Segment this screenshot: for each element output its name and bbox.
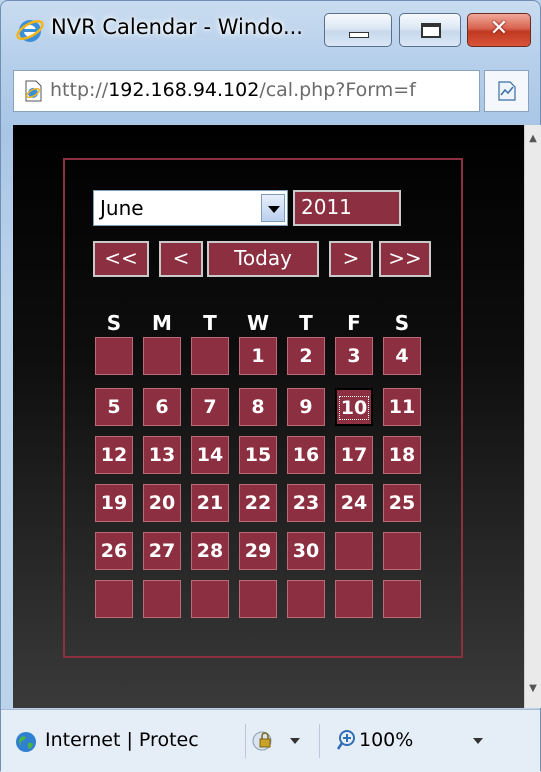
day-cell[interactable] xyxy=(287,580,325,618)
day-cell[interactable]: 6 xyxy=(143,388,181,426)
prev-year-button[interactable]: << xyxy=(93,241,149,277)
day-cell[interactable]: 7 xyxy=(191,388,229,426)
weekday-header: F xyxy=(347,311,361,335)
chevron-down-icon[interactable] xyxy=(473,738,483,744)
weekday-header: S xyxy=(106,311,122,335)
minimize-button[interactable] xyxy=(324,13,392,47)
weekday-header: T xyxy=(203,311,217,335)
day-cell[interactable] xyxy=(335,532,373,570)
globe-icon xyxy=(16,732,36,752)
day-cell[interactable]: 14 xyxy=(191,436,229,474)
day-cell[interactable]: 8 xyxy=(239,388,277,426)
today-button[interactable]: Today xyxy=(207,241,319,277)
security-zone-text[interactable]: Internet | Protec xyxy=(45,729,245,751)
day-cell[interactable]: 16 xyxy=(287,436,325,474)
month-select[interactable]: June xyxy=(93,190,288,226)
maximize-icon xyxy=(421,23,441,38)
compatibility-view-button[interactable] xyxy=(484,70,529,112)
day-cell[interactable] xyxy=(239,580,277,618)
day-cell[interactable]: 3 xyxy=(335,337,373,375)
day-cell-selected[interactable]: 10 xyxy=(335,388,373,426)
selected-day-label: 10 xyxy=(338,396,370,420)
day-cell[interactable]: 2 xyxy=(287,337,325,375)
day-cell[interactable]: 26 xyxy=(95,532,133,570)
day-cell[interactable] xyxy=(95,337,133,375)
chevron-down-icon[interactable] xyxy=(261,194,285,222)
weekday-header: T xyxy=(299,311,313,335)
vertical-scrollbar[interactable]: ▲ ▼ xyxy=(524,125,541,708)
day-cell[interactable] xyxy=(191,337,229,375)
url-text: http://192.168.94.102/cal.php?Form=f xyxy=(50,79,416,101)
day-cell[interactable] xyxy=(143,337,181,375)
day-cell[interactable]: 30 xyxy=(287,532,325,570)
year-input[interactable]: 2011 xyxy=(293,190,401,226)
status-bar: Internet | Protec 100% xyxy=(1,709,540,772)
day-cell[interactable]: 21 xyxy=(191,484,229,522)
month-value: June xyxy=(100,196,144,220)
protected-mode-icon[interactable] xyxy=(251,729,277,753)
day-cell[interactable] xyxy=(95,580,133,618)
weekday-header: W xyxy=(246,311,270,335)
url-path: /cal.php?Form=f xyxy=(259,79,416,101)
minimize-icon xyxy=(349,32,369,38)
day-cell[interactable]: 4 xyxy=(383,337,421,375)
scroll-up-icon[interactable]: ▲ xyxy=(528,134,538,144)
day-cell[interactable]: 20 xyxy=(143,484,181,522)
browser-window: NVR Calendar - Windo... ✕ http://192.168… xyxy=(0,0,541,772)
day-cell[interactable]: 13 xyxy=(143,436,181,474)
day-cell[interactable]: 19 xyxy=(95,484,133,522)
weekday-header: M xyxy=(152,311,172,335)
day-cell[interactable]: 17 xyxy=(335,436,373,474)
chevron-down-icon[interactable] xyxy=(290,738,300,744)
weekday-header: S xyxy=(394,311,410,335)
day-cell[interactable]: 5 xyxy=(95,388,133,426)
day-cell[interactable]: 18 xyxy=(383,436,421,474)
day-cell[interactable] xyxy=(191,580,229,618)
day-cell[interactable] xyxy=(383,532,421,570)
zoom-level[interactable]: 100% xyxy=(359,729,413,751)
day-cell[interactable] xyxy=(335,580,373,618)
day-cell[interactable]: 9 xyxy=(287,388,325,426)
url-prefix: http:// xyxy=(50,79,109,101)
day-cell[interactable]: 29 xyxy=(239,532,277,570)
ie-logo-icon xyxy=(16,20,44,42)
address-bar[interactable]: http://192.168.94.102/cal.php?Form=f xyxy=(13,70,480,112)
next-month-button[interactable]: > xyxy=(329,241,373,277)
day-cell[interactable]: 11 xyxy=(383,388,421,426)
scroll-down-icon[interactable]: ▼ xyxy=(528,684,538,694)
day-cell[interactable]: 23 xyxy=(287,484,325,522)
close-icon: ✕ xyxy=(489,16,509,41)
prev-month-button[interactable]: < xyxy=(159,241,203,277)
zoom-icon[interactable] xyxy=(336,729,358,751)
maximize-button[interactable] xyxy=(399,13,461,47)
day-cell[interactable]: 25 xyxy=(383,484,421,522)
url-host: 192.168.94.102 xyxy=(108,79,260,101)
compatibility-view-icon xyxy=(498,81,516,101)
day-cell[interactable] xyxy=(383,580,421,618)
title-bar[interactable]: NVR Calendar - Windo... ✕ xyxy=(1,1,540,51)
window-title: NVR Calendar - Windo... xyxy=(51,15,303,39)
day-cell[interactable]: 28 xyxy=(191,532,229,570)
page-viewport: June 2011 << < Today > >> S M T W T F S … xyxy=(13,125,524,708)
day-cell[interactable]: 12 xyxy=(95,436,133,474)
next-year-button[interactable]: >> xyxy=(379,241,431,277)
status-divider xyxy=(319,724,320,758)
page-icon xyxy=(25,80,42,102)
status-divider xyxy=(245,724,246,758)
day-cell[interactable]: 27 xyxy=(143,532,181,570)
close-button[interactable]: ✕ xyxy=(467,13,531,47)
day-cell[interactable]: 24 xyxy=(335,484,373,522)
day-cell[interactable]: 1 xyxy=(239,337,277,375)
day-cell[interactable] xyxy=(143,580,181,618)
day-cell[interactable]: 15 xyxy=(239,436,277,474)
day-cell[interactable]: 22 xyxy=(239,484,277,522)
